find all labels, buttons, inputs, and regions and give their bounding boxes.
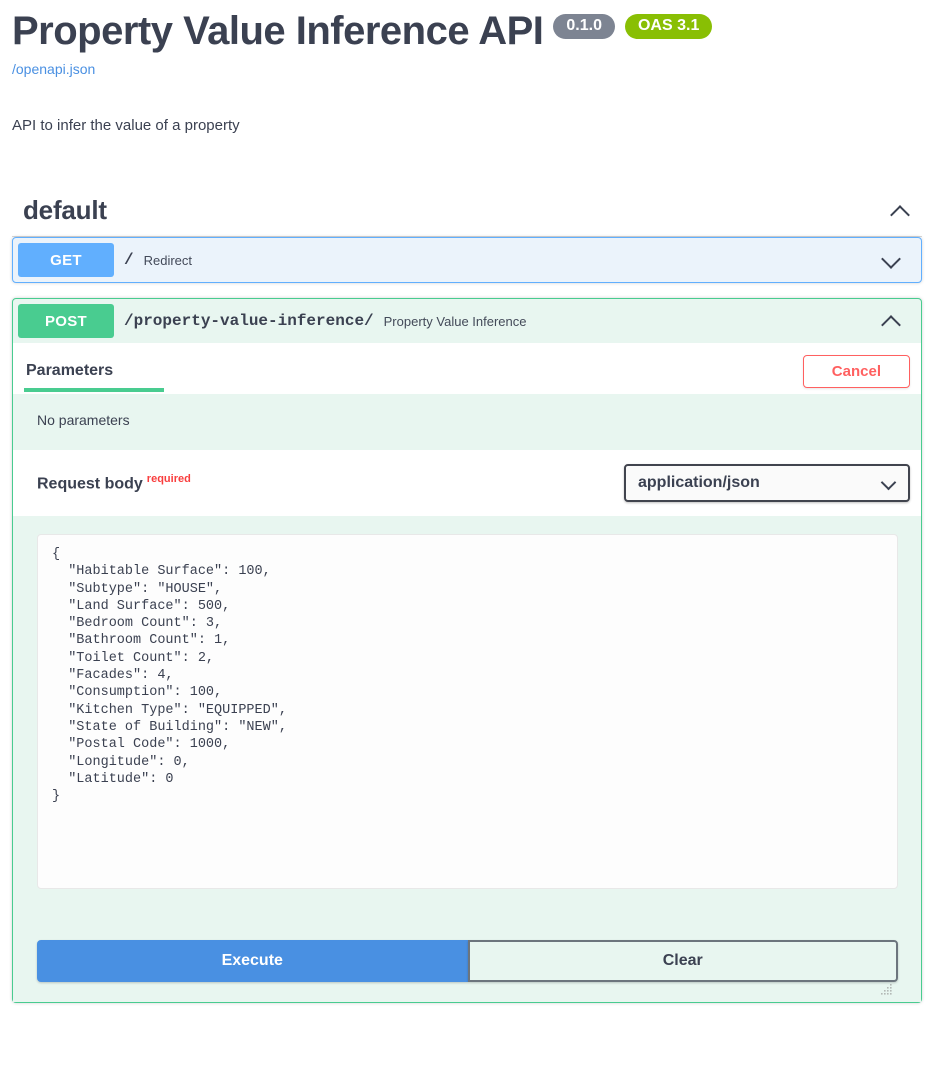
version-badge: 0.1.0 — [553, 14, 615, 39]
operation-body-post: Parameters Cancel No parameters Request … — [13, 343, 921, 1002]
operations-list: GET / Redirect POST /property-value-infe… — [0, 237, 934, 1003]
api-title-row: Property Value Inference API 0.1.0 OAS 3… — [12, 10, 922, 52]
operation-block-get-redirect[interactable]: GET / Redirect — [12, 237, 922, 283]
execute-button-row: Execute Clear — [13, 909, 921, 1002]
operation-summary-text-get: Redirect — [143, 252, 193, 268]
no-parameters-text: No parameters — [13, 394, 921, 450]
content-type-selected-value: application/json — [638, 474, 760, 491]
tab-parameters[interactable]: Parameters — [24, 358, 165, 392]
operation-block-post-property-value-inference[interactable]: POST /property-value-inference/ Property… — [12, 298, 922, 1003]
oas-version-badge: OAS 3.1 — [624, 14, 713, 39]
execute-button[interactable]: Execute — [37, 940, 468, 982]
api-description: API to infer the value of a property — [12, 117, 240, 134]
page-title: Property Value Inference API — [12, 9, 544, 53]
operation-summary-post[interactable]: POST /property-value-inference/ Property… — [13, 299, 921, 343]
operation-path-post: /property-value-inference/ — [124, 312, 374, 330]
request-body-label: Request body required — [37, 473, 191, 493]
tag-header[interactable]: default — [12, 195, 922, 226]
openapi-spec-link[interactable]: /openapi.json — [12, 61, 95, 77]
operation-summary-get[interactable]: GET / Redirect — [13, 238, 921, 282]
operation-toggle-post[interactable] — [882, 311, 916, 331]
clear-button[interactable]: Clear — [467, 940, 898, 982]
tag-name-label: default — [23, 195, 107, 225]
chevron-down-icon[interactable] — [882, 250, 902, 270]
http-method-badge-get: GET — [18, 243, 114, 277]
parameters-tab-header: Parameters Cancel — [13, 343, 921, 394]
operation-summary-text-post: Property Value Inference — [383, 313, 527, 329]
chevron-up-icon[interactable] — [882, 311, 902, 331]
request-body-editor-area — [13, 516, 921, 995]
http-method-badge-post: POST — [18, 304, 114, 338]
chevron-up-icon[interactable] — [891, 201, 911, 221]
swagger-ui-page: Property Value Inference API 0.1.0 OAS 3… — [0, 0, 934, 1074]
content-type-select[interactable]: application/json — [624, 464, 910, 502]
api-info-block: Property Value Inference API 0.1.0 OAS 3… — [0, 0, 934, 136]
request-body-title: Request body — [37, 475, 143, 493]
chevron-down-icon — [882, 476, 896, 490]
request-body-textarea[interactable] — [37, 534, 898, 889]
request-body-row: Request body required application/json — [13, 450, 921, 516]
operation-toggle-get[interactable] — [882, 250, 916, 270]
cancel-button[interactable]: Cancel — [802, 355, 910, 388]
operation-path-get: / — [124, 251, 134, 269]
tag-section-default: default — [0, 195, 934, 237]
required-marker: required — [146, 472, 191, 485]
